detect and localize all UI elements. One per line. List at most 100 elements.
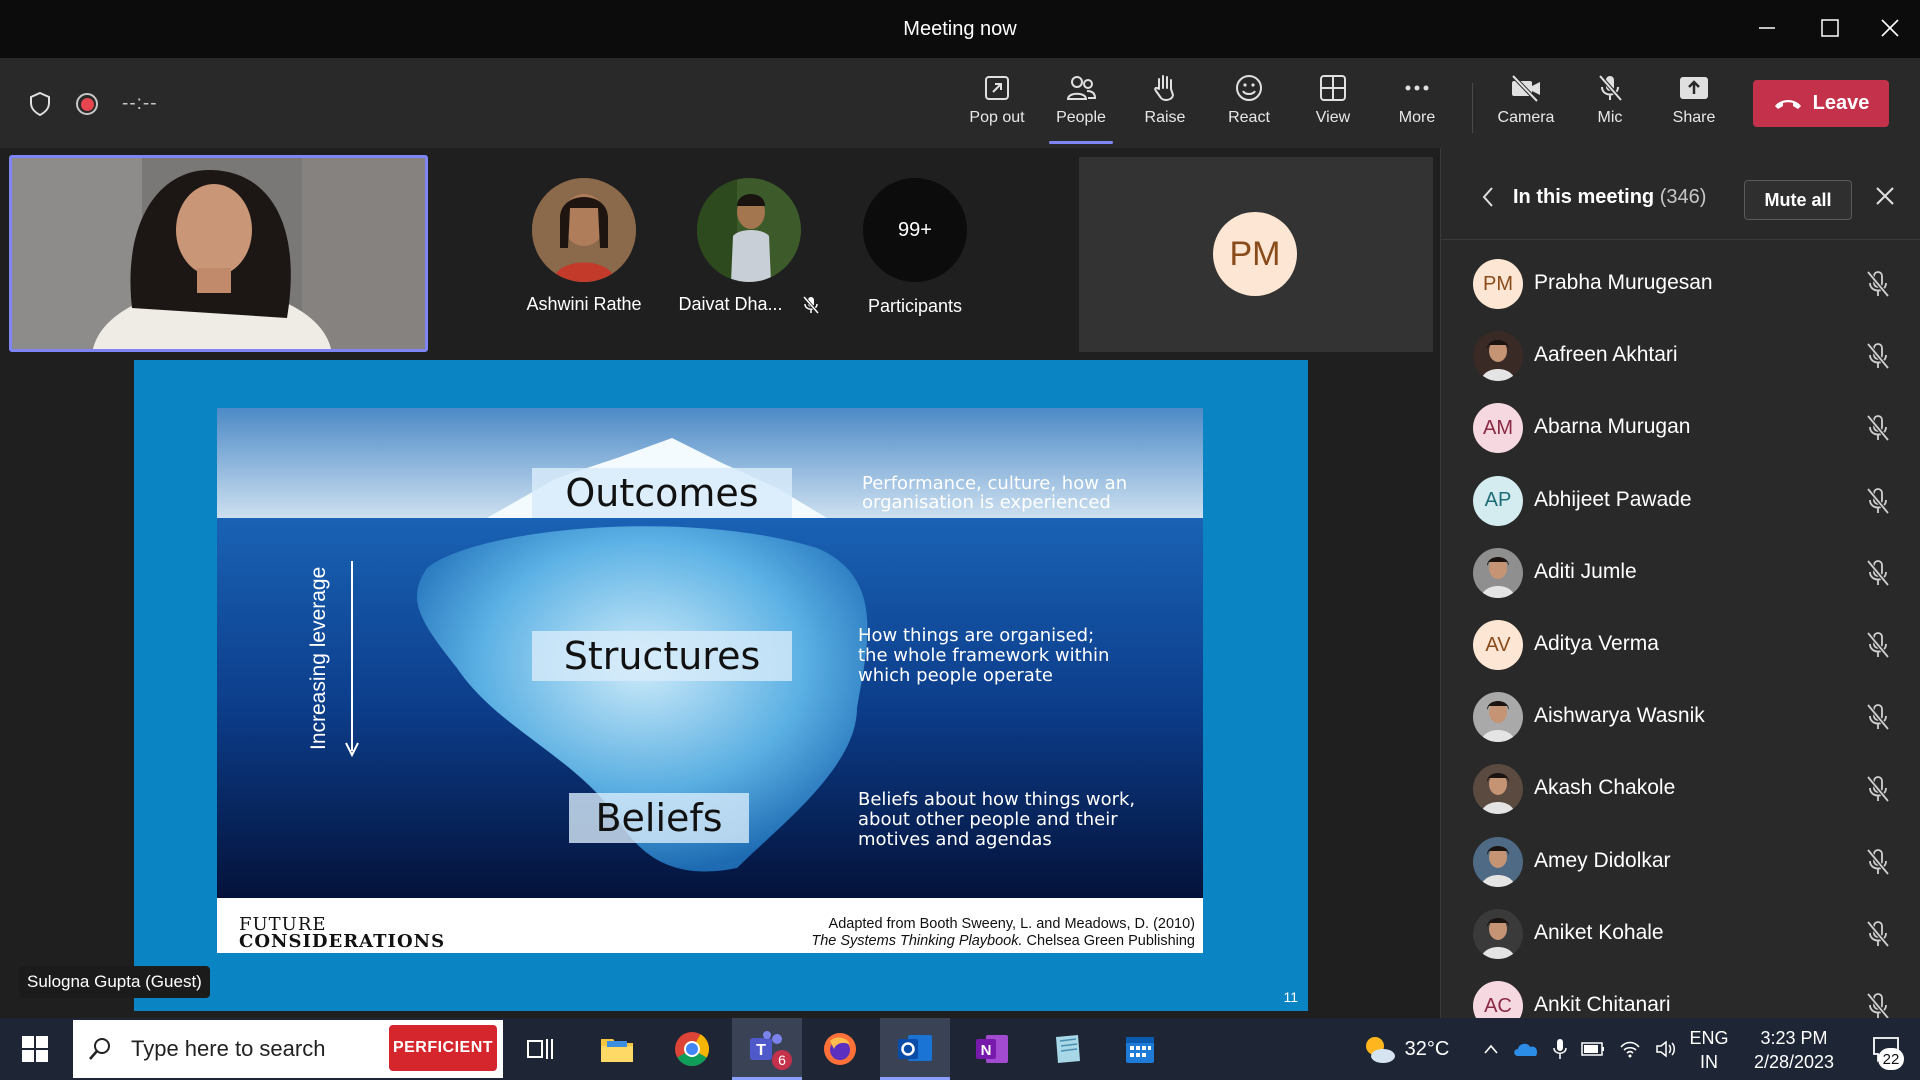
avatar — [1473, 764, 1523, 815]
muted-mic-icon — [802, 296, 819, 315]
participant-count: (346) — [1659, 186, 1707, 208]
participant-row-name: Akash Chakole — [1534, 776, 1676, 800]
muted-mic-icon[interactable] — [1865, 775, 1891, 808]
label-outcomes-box: Outcomes — [532, 468, 792, 518]
people-button[interactable]: People — [1041, 73, 1121, 144]
muted-mic-icon[interactable] — [1865, 848, 1891, 881]
participant-row[interactable]: Aniket Kohale — [1441, 898, 1920, 970]
window-title: Meeting now — [903, 18, 1017, 40]
search-icon — [89, 1038, 110, 1060]
participant-tile[interactable]: Daivat Dha... — [674, 178, 824, 315]
muted-mic-icon[interactable] — [1865, 631, 1891, 664]
meeting-stage: Ashwini Rathe Daivat Dha... 99+ Particip… — [0, 148, 1440, 1018]
outlook-icon — [898, 1034, 932, 1061]
desc-structures: How things are organised; the whole fram… — [858, 626, 1109, 686]
onedrive-icon[interactable] — [1513, 1041, 1539, 1057]
label-beliefs-box: Beliefs — [569, 793, 749, 843]
participant-row[interactable]: Aishwarya Wasnik — [1441, 681, 1920, 753]
camera-label: Camera — [1497, 109, 1555, 126]
mic-button[interactable]: Mic — [1570, 73, 1650, 139]
minimize-icon — [1759, 27, 1775, 29]
outlook-app[interactable] — [880, 1018, 950, 1080]
teams-app[interactable]: T 6 — [732, 1018, 802, 1080]
avatar — [532, 178, 636, 282]
avatar: AP — [1473, 475, 1523, 526]
task-view-icon — [527, 1039, 553, 1059]
onenote-app[interactable]: N — [962, 1018, 1022, 1080]
participant-row[interactable]: AP Abhijeet Pawade — [1441, 465, 1920, 537]
react-label: React — [1228, 109, 1270, 126]
task-view-button[interactable] — [510, 1018, 570, 1080]
desc-line: motives and agendas — [858, 829, 1052, 850]
video-tile-self[interactable] — [9, 155, 428, 352]
participant-row[interactable]: Aditi Jumle — [1441, 537, 1920, 609]
shield-icon[interactable] — [28, 91, 52, 117]
maximize-button[interactable] — [1806, 6, 1854, 50]
leave-label: Leave — [1812, 92, 1870, 114]
close-icon[interactable] — [1875, 186, 1895, 206]
participant-row[interactable]: PM Prabha Murugesan — [1441, 248, 1920, 320]
pop-out-icon — [985, 76, 1009, 100]
side-label: Increasing leverage — [307, 566, 330, 750]
taskbar-search[interactable]: Type here to search PERFICIENT — [73, 1020, 503, 1078]
leave-button[interactable]: Leave — [1753, 80, 1889, 127]
share-button[interactable]: Share — [1654, 73, 1734, 139]
svg-text:T: T — [756, 1042, 766, 1059]
muted-mic-icon[interactable] — [1865, 559, 1891, 592]
participant-row[interactable]: Aafreen Akhtari — [1441, 320, 1920, 392]
notes-app[interactable] — [1037, 1018, 1097, 1080]
participant-name: Daivat Dha... — [674, 294, 824, 315]
participant-row[interactable]: AM Abarna Murugan — [1441, 392, 1920, 464]
notification-center-button[interactable]: 22 — [1856, 1018, 1916, 1080]
camera-button[interactable]: Camera — [1486, 73, 1566, 139]
start-button[interactable] — [0, 1018, 70, 1080]
video-tile-pm[interactable]: PM — [1079, 157, 1433, 352]
file-explorer-app[interactable] — [587, 1018, 647, 1080]
firefox-app[interactable] — [810, 1018, 870, 1080]
raise-hand-button[interactable]: Raise — [1125, 73, 1205, 139]
share-icon — [1680, 77, 1708, 99]
participant-row-name: Amey Didolkar — [1534, 848, 1671, 872]
wifi-icon[interactable] — [1619, 1040, 1641, 1058]
avatar — [697, 178, 801, 282]
participant-row[interactable]: AV Aditya Verma — [1441, 609, 1920, 681]
participant-tile[interactable]: Ashwini Rathe — [509, 178, 659, 315]
volume-icon[interactable] — [1655, 1040, 1677, 1058]
muted-mic-icon[interactable] — [1865, 414, 1891, 447]
video-feed — [12, 158, 425, 349]
search-badge[interactable]: PERFICIENT — [389, 1025, 497, 1071]
clock[interactable]: 3:23 PM 2/28/2023 — [1742, 1026, 1846, 1074]
participant-row[interactable]: Amey Didolkar — [1441, 826, 1920, 898]
close-window-button[interactable] — [1866, 6, 1914, 50]
react-button[interactable]: React — [1209, 73, 1289, 139]
language-indicator[interactable]: ENG IN — [1684, 1026, 1734, 1074]
chevron-up-icon[interactable] — [1483, 1043, 1499, 1055]
view-button[interactable]: View — [1293, 73, 1373, 139]
meeting-timer: --:-- — [122, 93, 158, 114]
close-icon — [1881, 19, 1899, 37]
calendar-app[interactable] — [1110, 1018, 1170, 1080]
chevron-left-icon[interactable] — [1481, 186, 1495, 208]
avatar — [1473, 547, 1523, 598]
participants-overflow-tile[interactable]: 99+ Participants — [840, 178, 990, 317]
minimize-button[interactable] — [1743, 6, 1791, 50]
mute-all-button[interactable]: Mute all — [1744, 180, 1852, 220]
muted-mic-icon[interactable] — [1865, 342, 1891, 375]
more-button[interactable]: More — [1377, 73, 1457, 139]
battery-icon[interactable] — [1581, 1042, 1605, 1056]
weather-widget[interactable]: 32°C — [1355, 1018, 1455, 1080]
more-icon — [1405, 85, 1429, 91]
phone-hangup-icon — [1774, 99, 1801, 109]
participant-row[interactable]: AC Ankit Chitanari — [1441, 970, 1920, 1018]
microphone-icon[interactable] — [1553, 1038, 1567, 1060]
muted-mic-icon[interactable] — [1865, 487, 1891, 520]
muted-mic-icon[interactable] — [1865, 270, 1891, 303]
participant-row[interactable]: Akash Chakole — [1441, 753, 1920, 825]
muted-mic-icon[interactable] — [1865, 992, 1891, 1018]
chrome-app[interactable] — [662, 1018, 722, 1080]
muted-mic-icon[interactable] — [1865, 703, 1891, 736]
muted-mic-icon[interactable] — [1865, 920, 1891, 953]
credit-line: The Systems Thinking Playbook. Chelsea G… — [811, 933, 1195, 950]
pop-out-button[interactable]: Pop out — [957, 73, 1037, 139]
pop-out-label: Pop out — [969, 109, 1025, 126]
